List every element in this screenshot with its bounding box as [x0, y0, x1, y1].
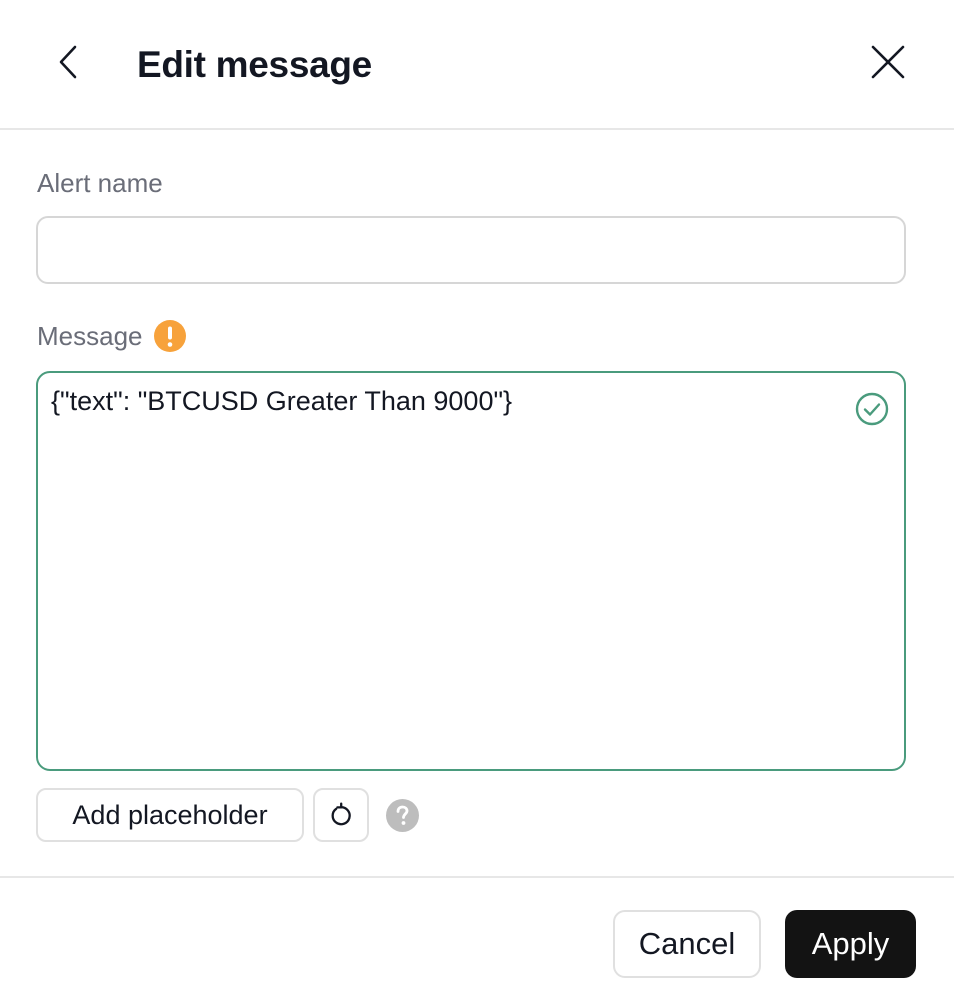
- edit-message-dialog: Edit message Alert name Message {"text":…: [0, 0, 954, 1008]
- warning-icon[interactable]: [153, 320, 186, 352]
- close-button[interactable]: [862, 36, 914, 88]
- alert-name-label: Alert name: [37, 168, 163, 198]
- dialog-header: Edit message: [0, 0, 954, 130]
- message-textarea[interactable]: {"text": "BTCUSD Greater Than 9000"}: [36, 371, 906, 771]
- cancel-button[interactable]: Cancel: [613, 910, 761, 978]
- close-icon: [871, 45, 905, 79]
- check-circle-icon: [855, 392, 889, 426]
- footer-divider: [0, 876, 954, 878]
- message-text: {"text": "BTCUSD Greater Than 9000"}: [51, 386, 513, 416]
- alert-name-input[interactable]: [36, 216, 906, 284]
- message-label: Message: [37, 321, 143, 351]
- help-icon[interactable]: [386, 799, 419, 832]
- reset-icon: [331, 802, 351, 826]
- reset-button[interactable]: [313, 788, 369, 842]
- apply-button[interactable]: Apply: [785, 910, 916, 978]
- chevron-left-icon: [59, 45, 77, 79]
- dialog-title: Edit message: [137, 44, 372, 85]
- add-placeholder-button[interactable]: Add placeholder: [36, 788, 304, 842]
- back-button[interactable]: [44, 38, 92, 86]
- message-label-row: Message: [37, 319, 186, 353]
